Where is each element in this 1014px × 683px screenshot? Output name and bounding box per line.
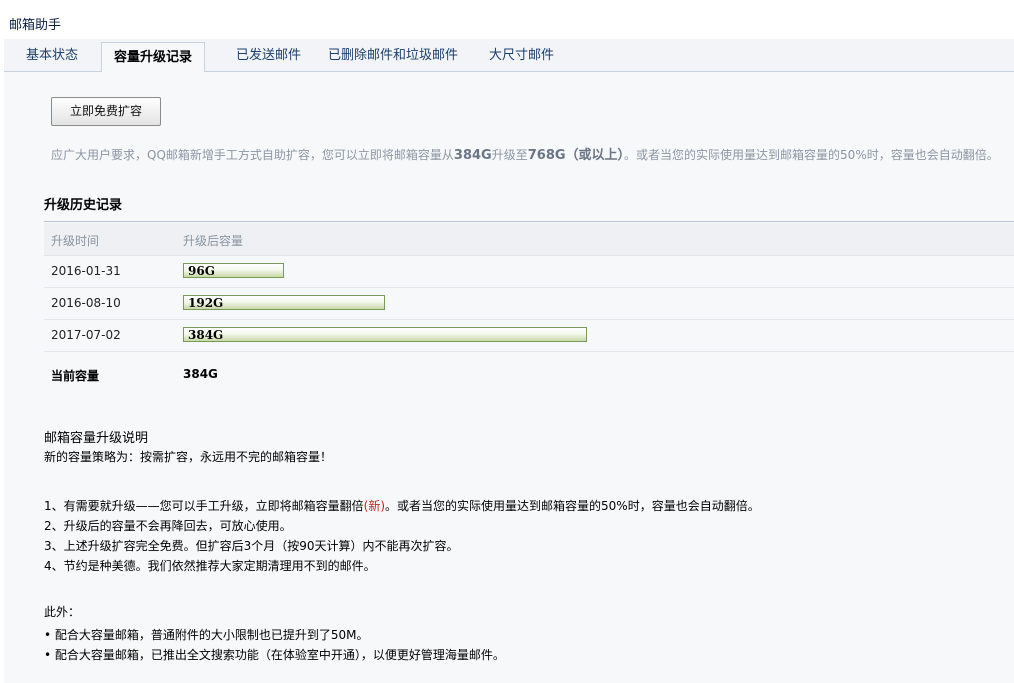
capacity-bar: 96G: [183, 263, 284, 278]
tab-capacity-upgrade-history[interactable]: 容量升级记录: [101, 42, 206, 76]
rule-item: 2、升级后的容量不会再降回去，可放心使用。: [44, 519, 292, 533]
history-title: 升级历史记录: [44, 198, 123, 213]
capacity-value: 384G: [188, 328, 224, 342]
current-capacity-value: 384G: [183, 367, 218, 381]
row-date: 2016-08-10: [51, 296, 121, 310]
tab-deleted-and-spam[interactable]: 已删除邮件和垃圾邮件: [328, 39, 458, 71]
capacity-bar: 192G: [183, 295, 385, 310]
rule-item: 3、上述升级扩容完全免费。但扩容后3个月（按90天计算）内不能再次扩容。: [44, 539, 459, 553]
tab-basic-status[interactable]: 基本状态: [26, 39, 78, 71]
new-badge: (新): [363, 499, 386, 513]
row-date: 2017-07-02: [51, 328, 121, 342]
capacity-bar: 384G: [183, 327, 587, 342]
current-capacity-label: 当前容量: [51, 369, 100, 383]
header-capacity: 升级后容量: [183, 234, 244, 248]
app-title: 邮箱助手: [9, 18, 62, 33]
tab-bar: 基本状态 容量升级记录 已发送邮件 已删除邮件和垃圾邮件 大尺寸邮件: [4, 39, 1014, 76]
history-table-header: 升级时间 升级后容量: [44, 223, 1014, 256]
history-row: 2017-07-02 384G: [44, 320, 1014, 352]
history-row: 2016-08-10 192G: [44, 288, 1014, 320]
header-upgrade-time: 升级时间: [51, 234, 100, 248]
capacity-value: 96G: [188, 264, 215, 278]
main-content: 立即免费扩容 应广大用户要求，QQ邮箱新增手工方式自助扩容，您可以立即将邮箱容量…: [4, 72, 1014, 683]
explain-title: 邮箱容量升级说明: [44, 431, 149, 446]
expand-notice: 应广大用户要求，QQ邮箱新增手工方式自助扩容，您可以立即将邮箱容量从384G升级…: [51, 144, 999, 163]
rule-text: 1、有需要就升级——您可以手工升级，立即将邮箱容量翻倍: [44, 499, 364, 513]
tab-large-mail[interactable]: 大尺寸邮件: [489, 39, 554, 71]
notice-to-capacity: 768G（或以上）: [527, 148, 625, 163]
expand-now-button[interactable]: 立即免费扩容: [51, 97, 161, 126]
explain-subtitle: 新的容量策略为：按需扩容，永远用不完的邮箱容量！: [44, 450, 333, 464]
notice-from-capacity: 384G: [453, 148, 492, 163]
row-date: 2016-01-31: [51, 264, 121, 278]
rule-item: 4、节约是种美德。我们依然推荐大家定期清理用不到的邮件。: [44, 559, 376, 573]
history-divider: [44, 221, 1014, 222]
history-row: 2016-01-31 96G: [44, 256, 1014, 288]
rule-text: 。或者当您的实际使用量达到邮箱容量的50%时，容量也会自动翻倍。: [385, 499, 760, 513]
capacity-value: 192G: [188, 296, 224, 310]
bullet-item: • 配合大容量邮箱，已推出全文搜索功能（在体验室中开通），以便更好管理海量邮件。: [44, 648, 505, 662]
bullet-item: • 配合大容量邮箱，普通附件的大小限制也已提升到了50M。: [44, 628, 369, 642]
notice-text-after: 。或者当您的实际使用量达到邮箱容量的50%时，容量也会自动翻倍。: [624, 148, 999, 162]
rules-list: 1、有需要就升级——您可以手工升级，立即将邮箱容量翻倍(新)。或者当您的实际使用…: [44, 496, 760, 576]
notice-text-mid: 升级至: [491, 148, 528, 162]
tab-sent-mail[interactable]: 已发送邮件: [236, 39, 301, 71]
other-bullets: • 配合大容量邮箱，普通附件的大小限制也已提升到了50M。 • 配合大容量邮箱，…: [44, 625, 505, 665]
notice-text: 应广大用户要求，QQ邮箱新增手工方式自助扩容，您可以立即将邮箱容量从: [51, 148, 454, 162]
other-title: 此外：: [44, 605, 81, 619]
rule-item: 1、有需要就升级——您可以手工升级，立即将邮箱容量翻倍(新)。或者当您的实际使用…: [44, 496, 760, 516]
